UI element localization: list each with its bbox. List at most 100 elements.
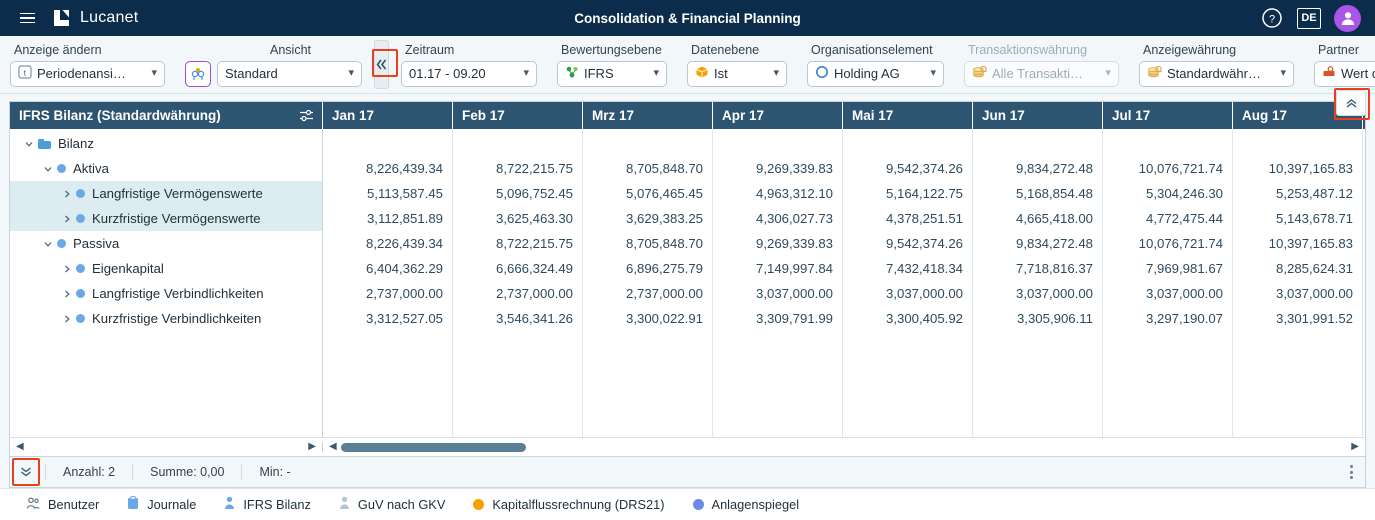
grid-column-header[interactable]: Jan 17 [323, 102, 453, 129]
grid-data-cell[interactable]: 3,037,000.00 [1233, 281, 1362, 306]
grid-data-cell[interactable]: 5,304,246.30 [1103, 181, 1232, 206]
grid-data-cell[interactable]: 3,305,906.11 [973, 306, 1102, 331]
grid-data-cell[interactable]: 2,737,000.00 [323, 281, 452, 306]
grid-data-cell[interactable]: 8,705,848.70 [583, 156, 712, 181]
tree-horizontal-scrollbar[interactable]: ◀ ▶ [10, 442, 323, 452]
grid-data-cell[interactable]: 3,300,022.91 [583, 306, 712, 331]
tree-row[interactable]: Aktiva [10, 156, 322, 181]
scrollbar-track[interactable] [340, 442, 1348, 452]
scroll-left-arrow-icon[interactable]: ◀ [16, 442, 24, 452]
grid-data-cell[interactable]: 3,301,991.52 [1233, 306, 1362, 331]
grid-data-cell[interactable]: 6,666,324.49 [453, 256, 582, 281]
grid-data-cell[interactable]: 3,037,000.00 [713, 281, 842, 306]
grid-data-cell[interactable]: 5,168,854.48 [973, 181, 1102, 206]
help-icon[interactable]: ? [1260, 6, 1284, 30]
collapse-toolbar-left-button[interactable] [372, 40, 398, 89]
scroll-left-arrow-icon[interactable]: ◀ [329, 442, 337, 452]
grid-data-cell[interactable]: 9,834,272.48 [973, 231, 1102, 256]
chevron-down-icon[interactable] [39, 164, 57, 174]
grid-data-cell[interactable] [583, 131, 712, 156]
grid-data-cell[interactable]: 9,542,374.26 [843, 156, 972, 181]
grid-column-header[interactable]: Jul 17 [1103, 102, 1233, 129]
grid-data-cell[interactable]: 7,718,816.37 [973, 256, 1102, 281]
footer-tab[interactable]: Benutzer [12, 496, 113, 513]
grid-data-cell[interactable]: 10,397,165.83 [1233, 156, 1362, 181]
select-organisationselement[interactable]: Holding AG ▾ [807, 60, 944, 87]
kebab-menu-icon[interactable] [1350, 465, 1353, 479]
grid-data-cell[interactable]: 3,037,000.00 [1103, 281, 1232, 306]
grid-data-cell[interactable]: 8,722,215.75 [453, 156, 582, 181]
footer-tab[interactable]: Anlagenspiegel [679, 497, 814, 512]
tree-row[interactable]: Langfristige Verbindlichkeiten [10, 281, 322, 306]
grid-column-header[interactable]: Mai 17 [843, 102, 973, 129]
grid-column-header[interactable]: Feb 17 [453, 102, 583, 129]
grid-data-cell[interactable]: 8,705,848.70 [583, 231, 712, 256]
grid-data-cell[interactable]: 3,037,000.00 [973, 281, 1102, 306]
tree-row[interactable]: Langfristige Vermögenswerte [10, 181, 322, 206]
grid-data-cell[interactable]: 8,226,439.34 [323, 156, 452, 181]
footer-tab[interactable]: GuV nach GKV [325, 496, 460, 513]
grid-data-cell[interactable]: 6,404,362.29 [323, 256, 452, 281]
tree-row[interactable]: Kurzfristige Vermögenswerte [10, 206, 322, 231]
footer-tab[interactable]: Kapitalflussrechnung (DRS21) [459, 497, 678, 512]
grid-data-cell[interactable]: 3,629,383.25 [583, 206, 712, 231]
chevron-right-icon[interactable] [58, 264, 76, 274]
tree-row[interactable]: Bilanz [10, 131, 322, 156]
grid-data-cell[interactable]: 10,076,721.74 [1103, 231, 1232, 256]
data-horizontal-scrollbar[interactable]: ◀ ▶ [323, 442, 1365, 452]
grid-data-cell[interactable]: 7,432,418.34 [843, 256, 972, 281]
chevron-down-icon[interactable] [39, 239, 57, 249]
grid-column-header[interactable]: Apr 17 [713, 102, 843, 129]
collapse-toolbar-top-button[interactable] [1334, 88, 1370, 120]
grid-data-cell[interactable]: 4,665,418.00 [973, 206, 1102, 231]
select-ansicht[interactable]: Standard ▾ [217, 60, 362, 87]
chevron-down-icon[interactable] [20, 139, 38, 149]
grid-data-cell[interactable]: 3,300,405.92 [843, 306, 972, 331]
settings-sliders-icon[interactable] [299, 109, 314, 122]
grid-data-cell[interactable]: 3,297,190.07 [1103, 306, 1232, 331]
grid-data-cell[interactable]: 9,269,339.83 [713, 156, 842, 181]
expand-panel-button[interactable] [12, 458, 40, 486]
grid-data-cell[interactable] [1103, 131, 1232, 156]
grid-data-cell[interactable] [323, 131, 452, 156]
footer-tab[interactable]: IFRS Bilanz [210, 496, 325, 513]
grid-data-cell[interactable]: 4,772,475.44 [1103, 206, 1232, 231]
grid-data-cell[interactable] [973, 131, 1102, 156]
language-selector[interactable]: DE [1297, 7, 1321, 29]
grid-data-cell[interactable]: 10,397,165.83 [1233, 231, 1362, 256]
select-datenebene[interactable]: Ist ▾ [687, 60, 787, 87]
grid-data-cell[interactable]: 4,378,251.51 [843, 206, 972, 231]
select-anzeigewaehrung[interactable]: Standardwähr… ▾ [1139, 60, 1294, 87]
chevron-right-icon[interactable] [58, 289, 76, 299]
grid-data-cell[interactable]: 9,542,374.26 [843, 231, 972, 256]
grid-data-cell[interactable] [843, 131, 972, 156]
scroll-right-arrow-icon[interactable]: ▶ [1351, 442, 1359, 452]
tree-row[interactable]: Kurzfristige Verbindlichkeiten [10, 306, 322, 331]
grid-data-cell[interactable]: 8,285,624.31 [1233, 256, 1362, 281]
select-transaktionswaehrung[interactable]: Alle Transakti… ▾ [964, 60, 1119, 87]
grid-data-cell[interactable] [453, 131, 582, 156]
grid-data-cell[interactable]: 2,737,000.00 [583, 281, 712, 306]
grid-data-cell[interactable]: 5,164,122.75 [843, 181, 972, 206]
chevron-right-icon[interactable] [58, 314, 76, 324]
view-settings-icon[interactable] [185, 60, 211, 87]
grid-data-cell[interactable]: 3,112,851.89 [323, 206, 452, 231]
grid-data-cell[interactable]: 3,625,463.30 [453, 206, 582, 231]
select-zeitraum[interactable]: 01.17 - 09.20 ▾ [401, 60, 537, 87]
scrollbar-thumb[interactable] [340, 442, 526, 452]
grid-data-cell[interactable]: 5,076,465.45 [583, 181, 712, 206]
scroll-right-arrow-icon[interactable]: ▶ [308, 442, 316, 452]
grid-data-cell[interactable]: 5,253,487.12 [1233, 181, 1362, 206]
hamburger-icon[interactable] [10, 0, 44, 36]
grid-data-cell[interactable]: 3,037,000.00 [843, 281, 972, 306]
grid-column-header[interactable]: Mrz 17 [583, 102, 713, 129]
tree-row[interactable]: Eigenkapital [10, 256, 322, 281]
grid-data-cell[interactable]: 3,546,341.26 [453, 306, 582, 331]
grid-data-cell[interactable]: 5,113,587.45 [323, 181, 452, 206]
grid-data-cell[interactable]: 4,306,027.73 [713, 206, 842, 231]
grid-data-cell[interactable]: 6,896,275.79 [583, 256, 712, 281]
grid-data-cell[interactable]: 10,076,721.74 [1103, 156, 1232, 181]
grid-data-cell[interactable]: 3,309,791.99 [713, 306, 842, 331]
grid-data-cell[interactable] [1233, 131, 1362, 156]
grid-data-cell[interactable]: 8,722,215.75 [453, 231, 582, 256]
